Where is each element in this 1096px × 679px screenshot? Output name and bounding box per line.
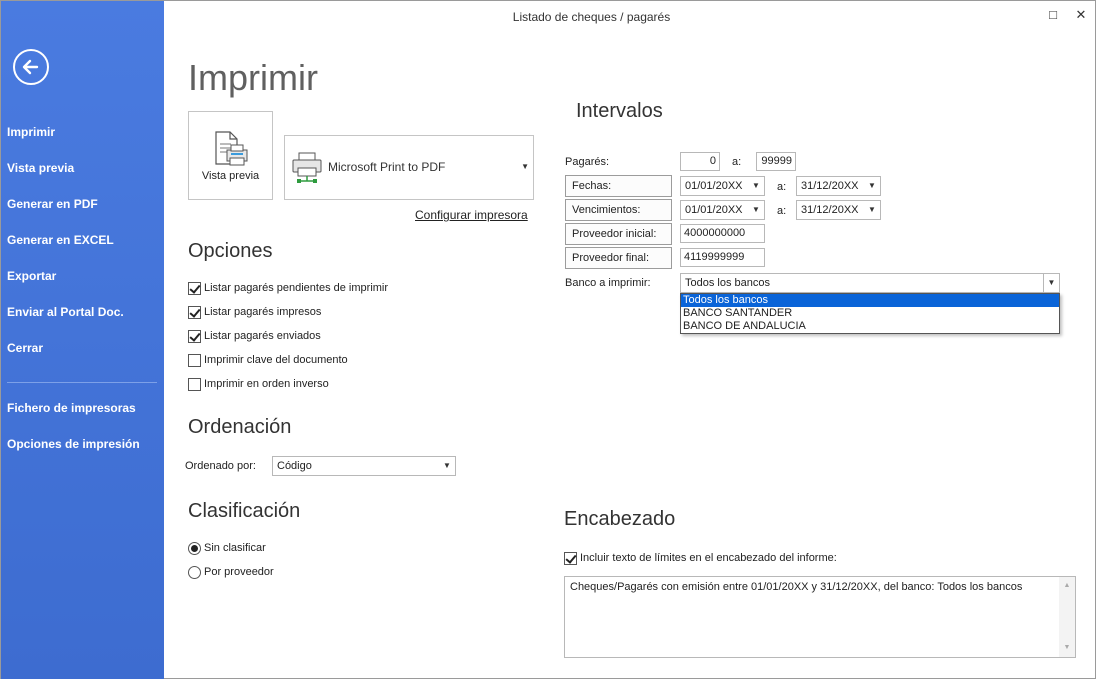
chevron-down-icon: ▼ — [1043, 274, 1059, 292]
sidebar-item-generar-pdf[interactable]: Generar en PDF — [1, 186, 164, 222]
scroll-down-icon[interactable]: ▼ — [1059, 641, 1075, 655]
radio-selected-icon — [188, 541, 201, 555]
radio-label: Por proveedor — [204, 566, 274, 578]
checkbox-enviados[interactable]: Listar pagarés enviados — [188, 328, 321, 344]
banco-dropdown-list: Todos los bancos BANCO SANTANDER BANCO D… — [680, 293, 1060, 334]
clasificacion-heading: Clasificación — [188, 500, 301, 522]
vencimientos-from-select[interactable]: 01/01/20XX ▼ — [680, 200, 765, 220]
ordenado-por-select[interactable]: Código ▼ — [272, 456, 456, 476]
banco-select[interactable]: Todos los bancos ▼ — [680, 273, 1060, 293]
checkbox-label: Listar pagarés enviados — [204, 330, 321, 342]
checkbox-checked-icon — [188, 281, 201, 295]
ordenacion-heading: Ordenación — [188, 416, 292, 438]
encabezado-textarea[interactable]: Cheques/Pagarés con emisión entre 01/01/… — [564, 576, 1076, 658]
chevron-down-icon: ▼ — [521, 162, 529, 171]
sidebar-item-generar-excel[interactable]: Generar en EXCEL — [1, 222, 164, 258]
sidebar-item-fichero-impresoras[interactable]: Fichero de impresoras — [1, 390, 164, 426]
proveedor-final-input[interactable]: 4119999999 — [680, 248, 765, 267]
fechas-to-select[interactable]: 31/12/20XX ▼ — [796, 176, 881, 196]
radio-unselected-icon — [188, 565, 201, 579]
close-button[interactable]: ✕ — [1069, 5, 1093, 25]
banco-value: Todos los bancos — [685, 277, 770, 289]
sidebar-item-exportar[interactable]: Exportar — [1, 258, 164, 294]
banco-option[interactable]: BANCO DE ANDALUCIA — [681, 320, 1059, 333]
sidebar-divider — [7, 382, 157, 383]
sidebar-nav: Imprimir Vista previa Generar en PDF Gen… — [1, 114, 164, 366]
intervalos-heading: Intervalos — [576, 100, 663, 122]
proveedor-final-button[interactable]: Proveedor final: — [565, 247, 672, 269]
textarea-scrollbar[interactable]: ▲ ▼ — [1059, 577, 1075, 657]
checkbox-impresos[interactable]: Listar pagarés impresos — [188, 304, 321, 320]
vencimientos-to-select[interactable]: 31/12/20XX ▼ — [796, 200, 881, 220]
back-arrow-icon — [22, 59, 39, 75]
pagares-to-input[interactable]: 99999 — [756, 152, 796, 171]
sidebar-item-enviar-portal[interactable]: Enviar al Portal Doc. — [1, 294, 164, 330]
range-separator: a: — [732, 156, 742, 168]
checkbox-label: Incluir texto de límites en el encabezad… — [580, 552, 837, 564]
encabezado-text: Cheques/Pagarés con emisión entre 01/01/… — [570, 581, 1023, 593]
proveedor-inicial-button[interactable]: Proveedor inicial: — [565, 223, 672, 245]
print-preview-icon — [215, 131, 248, 166]
encabezado-heading: Encabezado — [564, 508, 676, 530]
checkbox-incluir-limites[interactable]: Incluir texto de límites en el encabezad… — [564, 550, 837, 566]
checkbox-checked-icon — [564, 551, 577, 565]
proveedor-inicial-input[interactable]: 4000000000 — [680, 224, 765, 243]
opciones-heading: Opciones — [188, 240, 273, 262]
fechas-button[interactable]: Fechas: — [565, 175, 672, 197]
sidebar-nav-secondary: Fichero de impresoras Opciones de impres… — [1, 390, 164, 462]
back-button[interactable] — [13, 49, 49, 85]
chevron-down-icon: ▼ — [752, 205, 760, 214]
sidebar-item-opciones-impresion[interactable]: Opciones de impresión — [1, 426, 164, 462]
printer-select[interactable]: Microsoft Print to PDF ▼ — [284, 135, 534, 200]
sidebar-item-vista-previa[interactable]: Vista previa — [1, 150, 164, 186]
chevron-down-icon: ▼ — [868, 205, 876, 214]
printer-icon — [292, 152, 322, 183]
maximize-button[interactable]: □ — [1041, 5, 1065, 25]
ordenado-por-value: Código — [277, 460, 312, 472]
radio-sin-clasificar[interactable]: Sin clasificar — [188, 540, 266, 556]
fechas-from-value: 01/01/20XX — [685, 180, 743, 192]
vencimientos-to-value: 31/12/20XX — [801, 204, 859, 216]
radio-por-proveedor[interactable]: Por proveedor — [188, 564, 274, 580]
checkbox-unchecked-icon — [188, 377, 201, 391]
banco-label: Banco a imprimir: — [565, 277, 651, 289]
checkbox-checked-icon — [188, 329, 201, 343]
pagares-label: Pagarés: — [565, 156, 610, 168]
sidebar-item-imprimir[interactable]: Imprimir — [1, 114, 164, 150]
configurar-impresora-link[interactable]: Configurar impresora — [415, 208, 528, 222]
fechas-from-select[interactable]: 01/01/20XX ▼ — [680, 176, 765, 196]
checkbox-orden-inverso[interactable]: Imprimir en orden inverso — [188, 376, 329, 392]
fechas-to-value: 31/12/20XX — [801, 180, 859, 192]
chevron-down-icon: ▼ — [443, 461, 451, 470]
printer-name: Microsoft Print to PDF — [328, 160, 446, 174]
checkbox-label: Imprimir clave del documento — [204, 354, 348, 366]
checkbox-label: Listar pagarés impresos — [204, 306, 322, 318]
ordenado-por-label: Ordenado por: — [185, 460, 256, 472]
sidebar-item-cerrar[interactable]: Cerrar — [1, 330, 164, 366]
window-title: Listado de cheques / pagarés — [512, 10, 671, 24]
radio-label: Sin clasificar — [204, 542, 266, 554]
page-title: Imprimir — [188, 57, 318, 98]
app-window: Imprimir Vista previa Generar en PDF Gen… — [0, 0, 1096, 679]
range-separator: a: — [777, 181, 787, 193]
chevron-down-icon: ▼ — [752, 181, 760, 190]
vista-previa-button[interactable]: Vista previa — [188, 111, 273, 200]
pagares-from-input[interactable]: 0 — [680, 152, 720, 171]
scroll-up-icon[interactable]: ▲ — [1059, 579, 1075, 593]
checkbox-clave-documento[interactable]: Imprimir clave del documento — [188, 352, 348, 368]
vista-previa-label: Vista previa — [201, 170, 260, 182]
banco-option[interactable]: Todos los bancos — [681, 294, 1059, 307]
checkbox-label: Listar pagarés pendientes de imprimir — [204, 282, 389, 294]
vencimientos-from-value: 01/01/20XX — [685, 204, 743, 216]
banco-option[interactable]: BANCO SANTANDER — [681, 307, 1059, 320]
checkbox-label: Imprimir en orden inverso — [204, 378, 329, 390]
checkbox-unchecked-icon — [188, 353, 201, 367]
sidebar: Imprimir Vista previa Generar en PDF Gen… — [1, 1, 164, 679]
vencimientos-button[interactable]: Vencimientos: — [565, 199, 672, 221]
checkbox-checked-icon — [188, 305, 201, 319]
checkbox-pendientes[interactable]: Listar pagarés pendientes de imprimir — [188, 280, 388, 296]
range-separator: a: — [777, 205, 787, 217]
chevron-down-icon: ▼ — [868, 181, 876, 190]
